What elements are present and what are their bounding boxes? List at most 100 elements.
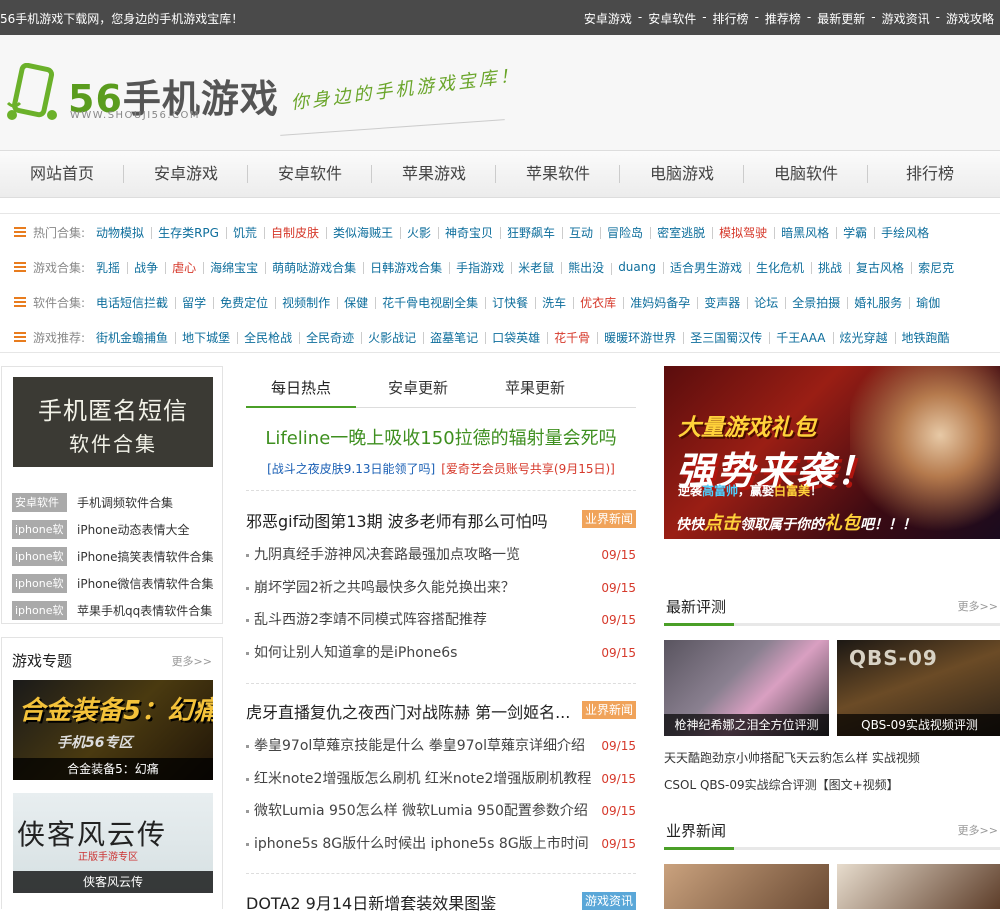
news-item[interactable]: 九阴真经手游神风决套路最强加点攻略一览 09/15 bbox=[246, 539, 636, 572]
review-card-qbs09[interactable]: QBS-09 QBS-09实战视频评测 bbox=[837, 640, 1000, 736]
news-item[interactable]: 微软Lumia 950怎么样 微软Lumia 950配置参数介绍 09/15 bbox=[246, 795, 636, 828]
item-title[interactable]: 苹果手机qq表情软件合集 bbox=[77, 602, 212, 619]
tag-link[interactable]: 地铁跑酷 bbox=[894, 329, 957, 346]
sublink[interactable]: [爱奇艺会员账号共享(9月15日)] bbox=[441, 462, 615, 476]
tag-link[interactable]: 生存类RPG bbox=[151, 224, 226, 241]
review-card-qiangshenji[interactable]: 枪神纪希娜之泪全方位评测 bbox=[664, 640, 829, 736]
tag-link[interactable]: 花千骨 bbox=[547, 329, 597, 346]
tag-link[interactable]: 口袋英雄 bbox=[485, 329, 547, 346]
tag-link[interactable]: 电话短信拦截 bbox=[89, 294, 175, 311]
item-title[interactable]: iPhone搞笑表情软件合集 bbox=[77, 548, 214, 565]
news-title[interactable]: 红米note2增强版怎么刷机 红米note2增强版刷机教程 bbox=[254, 771, 591, 787]
tag-link[interactable]: 炫光穿越 bbox=[832, 329, 895, 346]
news-title[interactable]: 如何让别人知道拿的是iPhone6s bbox=[254, 645, 457, 661]
tag-link[interactable]: 适合男生游戏 bbox=[663, 259, 749, 276]
tag-link[interactable]: 留学 bbox=[175, 294, 213, 311]
nav-pc-games[interactable]: 电脑游戏 bbox=[620, 151, 744, 197]
tag-link[interactable]: 洗车 bbox=[535, 294, 573, 311]
news-item[interactable]: 红米note2增强版怎么刷机 红米note2增强版刷机教程 09/15 bbox=[246, 763, 636, 796]
news-title[interactable]: 崩坏学园2祈之共鸣最快多久能兑换出来？ bbox=[254, 580, 515, 596]
category-badge[interactable]: 业界新闻 bbox=[582, 510, 636, 528]
tag-link[interactable]: 米老鼠 bbox=[511, 259, 561, 276]
category-badge[interactable]: 业界新闻 bbox=[582, 701, 636, 719]
news-item[interactable]: 如何让别人知道拿的是iPhone6s 09/15 bbox=[246, 637, 636, 670]
toplink-ranking[interactable]: 排行榜 bbox=[713, 10, 749, 27]
toplink-news[interactable]: 游戏资讯 bbox=[882, 10, 930, 27]
sublink[interactable]: [战斗之夜皮肤9.13日能领了吗] bbox=[267, 462, 435, 476]
toplink-latest[interactable]: 最新更新 bbox=[817, 10, 865, 27]
nav-android-games[interactable]: 安卓游戏 bbox=[124, 151, 248, 197]
news-title[interactable]: 九阴真经手游神风决套路最强加点攻略一览 bbox=[254, 547, 520, 563]
tag-link[interactable]: 熊出没 bbox=[561, 259, 611, 276]
tag-link[interactable]: 海绵宝宝 bbox=[203, 259, 265, 276]
nav-apple-apps[interactable]: 苹果软件 bbox=[496, 151, 620, 197]
industry-news-thumb[interactable] bbox=[664, 864, 829, 909]
tag-link[interactable]: 火影战记 bbox=[361, 329, 423, 346]
tag-link[interactable]: 订快餐 bbox=[485, 294, 535, 311]
tag-link[interactable]: 虐心 bbox=[165, 259, 203, 276]
news-title[interactable]: 乱斗西游2李靖不同模式阵容搭配推荐 bbox=[254, 612, 487, 628]
tag-link[interactable]: 萌萌哒游戏合集 bbox=[265, 259, 363, 276]
topic-card-mgs5[interactable]: 合金装备5：幻痛 手机56专区 合金装备5：幻痛 bbox=[13, 680, 213, 780]
nav-home[interactable]: 网站首页 bbox=[0, 151, 124, 197]
headline-link[interactable]: Lifeline一晚上吸收150拉德的辐射量会死吗 bbox=[246, 424, 636, 450]
tab-android-updates[interactable]: 安卓更新 bbox=[363, 368, 473, 408]
tag-link[interactable]: 暗黑风格 bbox=[774, 224, 836, 241]
tag-link[interactable]: 盗墓笔记 bbox=[423, 329, 485, 346]
tag-link[interactable]: 准妈妈备孕 bbox=[623, 294, 697, 311]
tag-link[interactable]: 火影 bbox=[399, 224, 438, 241]
item-title[interactable]: iPhone动态表情大全 bbox=[77, 521, 190, 538]
tag-link[interactable]: 视频制作 bbox=[275, 294, 337, 311]
tag-link[interactable]: 花千骨电视剧全集 bbox=[375, 294, 485, 311]
more-link[interactable]: 更多>> bbox=[958, 598, 998, 614]
tag-link[interactable]: 全景拍摄 bbox=[785, 294, 847, 311]
tag-link[interactable]: 日韩游戏合集 bbox=[363, 259, 449, 276]
tag-link[interactable]: 保健 bbox=[337, 294, 375, 311]
news-item[interactable]: 拳皇97ol草薙京技能是什么 拳皇97ol草薙京详细介绍 09/15 bbox=[246, 730, 636, 763]
toplink-android-apps[interactable]: 安卓软件 bbox=[648, 10, 696, 27]
news-title[interactable]: iphone5s 8G版什么时候出 iphone5s 8G版上市时间 bbox=[254, 836, 589, 852]
tab-daily-hot[interactable]: 每日热点 bbox=[246, 368, 356, 408]
item-title[interactable]: 手机调频软件合集 bbox=[77, 494, 173, 511]
tag-link[interactable]: 类似海贼王 bbox=[325, 224, 400, 241]
nav-android-apps[interactable]: 安卓软件 bbox=[248, 151, 372, 197]
nav-ranking[interactable]: 排行榜 bbox=[868, 151, 992, 197]
tag-link[interactable]: 互动 bbox=[562, 224, 600, 241]
tag-link[interactable]: 婚礼服务 bbox=[847, 294, 909, 311]
tag-link[interactable]: 千王AAA bbox=[769, 329, 832, 346]
tag-link[interactable]: 街机金蟾捕鱼 bbox=[89, 329, 175, 346]
toplink-guides[interactable]: 游戏攻略 bbox=[946, 10, 994, 27]
tag-link[interactable]: 学霸 bbox=[836, 224, 874, 241]
tag-link[interactable]: 密室逃脱 bbox=[650, 224, 712, 241]
tag-link[interactable]: 战争 bbox=[127, 259, 165, 276]
news-item[interactable]: 乱斗西游2李靖不同模式阵容搭配推荐 09/15 bbox=[246, 604, 636, 637]
tag-link[interactable]: 手绘风格 bbox=[874, 224, 936, 241]
list-item[interactable]: iphone软 苹果手机qq表情软件合集 bbox=[12, 597, 214, 624]
review-link[interactable]: CSOL QBS-09实战综合评测【图文+视频】 bbox=[664, 776, 899, 793]
tag-link[interactable]: duang bbox=[611, 260, 663, 275]
toplink-android-games[interactable]: 安卓游戏 bbox=[584, 10, 632, 27]
gift-pack-banner[interactable]: 大量游戏礼包 强势来袭！ 逆袭高富帅，赢娶白富美！ 快快点击领取属于你的礼包吧！… bbox=[664, 366, 1000, 539]
list-item[interactable]: iphone软 iPhone搞笑表情软件合集 bbox=[12, 543, 214, 570]
news-block-title[interactable]: 虎牙直播复仇之夜西门对战陈赫 第一剑姬名... bbox=[246, 699, 570, 723]
tag-link[interactable]: 圣三国蜀汉传 bbox=[683, 329, 769, 346]
topic-card-xiake[interactable]: 侠客风云传 正版手游专区 侠客风云传 bbox=[13, 793, 213, 893]
list-item[interactable]: 安卓软件 手机调频软件合集 bbox=[12, 489, 214, 516]
news-block-title[interactable]: 邪恶gif动图第13期 波多老师有那么可怕吗 bbox=[246, 508, 548, 532]
tag-link[interactable]: 生化危机 bbox=[749, 259, 811, 276]
tag-link[interactable]: 冒险岛 bbox=[600, 224, 650, 241]
tag-link[interactable]: 神奇宝贝 bbox=[438, 224, 500, 241]
tab-apple-updates[interactable]: 苹果更新 bbox=[480, 368, 590, 408]
news-item[interactable]: 崩坏学园2祈之共鸣最快多久能兑换出来？ 09/15 bbox=[246, 572, 636, 605]
news-block-title[interactable]: DOTA2 9月14日新增套装效果图鉴 bbox=[246, 890, 496, 914]
tag-link[interactable]: 饥荒 bbox=[225, 224, 264, 241]
anonymous-sms-banner[interactable]: 手机匿名短信 软件合集 bbox=[13, 377, 213, 467]
nav-apple-games[interactable]: 苹果游戏 bbox=[372, 151, 496, 197]
tag-link[interactable]: 优衣库 bbox=[573, 294, 623, 311]
tag-link[interactable]: 免费定位 bbox=[213, 294, 275, 311]
tag-link[interactable]: 乳摇 bbox=[89, 259, 127, 276]
tag-link[interactable]: 瑜伽 bbox=[909, 294, 947, 311]
news-title[interactable]: 拳皇97ol草薙京技能是什么 拳皇97ol草薙京详细介绍 bbox=[254, 738, 585, 754]
tag-link[interactable]: 动物模拟 bbox=[89, 224, 151, 241]
tag-link[interactable]: 变声器 bbox=[697, 294, 747, 311]
